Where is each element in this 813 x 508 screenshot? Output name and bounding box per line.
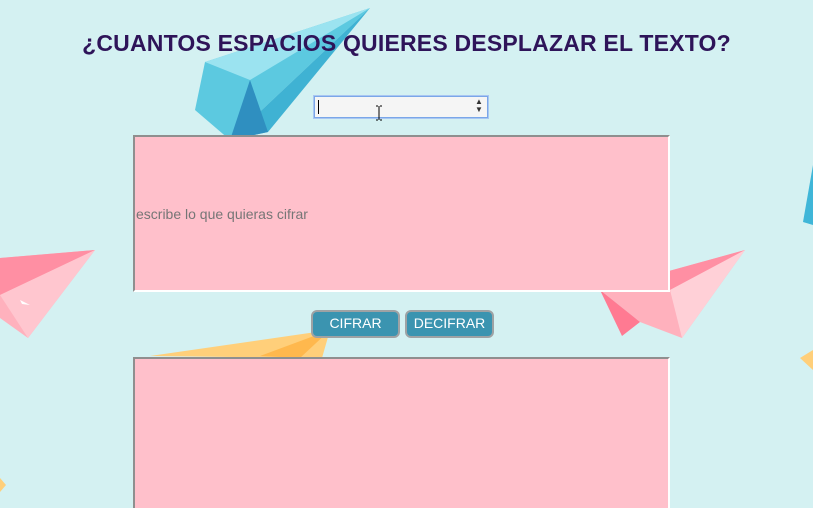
spinner-arrows-icon[interactable]: ▲ ▼ [474, 98, 484, 116]
paper-plane-yellow-icon [150, 330, 330, 358]
plaintext-input[interactable]: escribe lo que quieras cifrar [133, 135, 670, 292]
shift-select[interactable]: ▲ ▼ [314, 96, 488, 121]
page-title: ¿CUANTOS ESPACIOS QUIERES DESPLAZAR EL T… [82, 30, 731, 56]
decifrar-button[interactable]: DECIFRAR [405, 310, 494, 338]
paper-plane-blue-icon [195, 8, 370, 140]
paper-plane-blue-edge-icon [803, 165, 813, 225]
input-placeholder: escribe lo que quieras cifrar [136, 206, 308, 222]
ibeam-cursor-icon [376, 105, 382, 121]
text-caret [318, 100, 319, 114]
paper-plane-pink-left-icon [0, 250, 95, 338]
cifrar-button[interactable]: CIFRAR [311, 310, 400, 338]
result-output[interactable] [133, 357, 670, 508]
